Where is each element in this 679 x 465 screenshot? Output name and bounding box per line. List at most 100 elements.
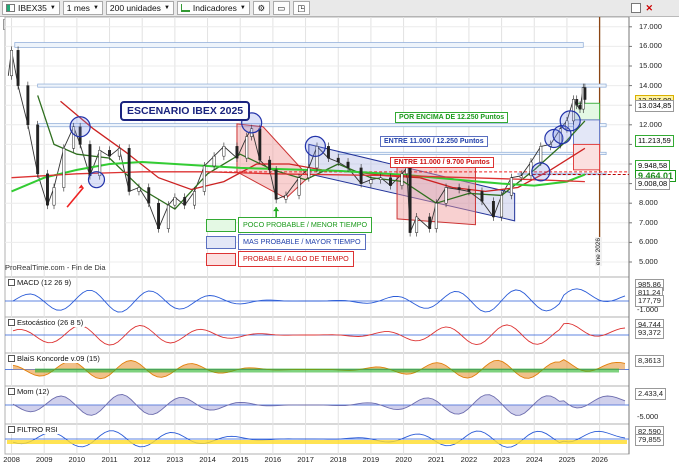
scenario-legend: POCO PROBABLE / MENOR TIEMPO MAS PROBABLE… xyxy=(206,217,373,268)
indicator-title: MACD (12 26 9) xyxy=(6,278,74,287)
x-tick-label: 2017 xyxy=(297,455,314,464)
y-tick-label: 8.000 xyxy=(639,198,658,208)
label-range-11000-12250: ENTRE 11.000 / 12.250 Puntos xyxy=(380,136,488,147)
indicator-tick: -5.000 xyxy=(637,412,659,421)
price-candle xyxy=(117,148,121,157)
price-label: 9.008,08 xyxy=(635,178,671,191)
scenario-swatch xyxy=(206,252,236,266)
price-candle xyxy=(434,202,438,229)
indicator-value: 2.433,4 xyxy=(635,388,667,400)
label-range-11000-9700: ENTRE 11.000 / 9.700 Puntos xyxy=(390,157,494,168)
indicator-name: Mom (12) xyxy=(17,387,50,396)
x-tick-label: 2012 xyxy=(133,455,151,464)
pivot-circle xyxy=(531,162,551,182)
resistance-band xyxy=(337,151,607,155)
scenario-legend-label: PROBABLE / ALGO DE TIEMPO xyxy=(238,251,354,267)
x-tick-label: 2019 xyxy=(362,455,380,464)
scenario-legend-row: PROBABLE / ALGO DE TIEMPO xyxy=(206,251,372,267)
indicator-value: 93,372 xyxy=(635,327,664,339)
y-tick-label: 6.000 xyxy=(639,237,658,247)
scenario-swatch xyxy=(206,235,236,249)
price-candle xyxy=(467,189,471,192)
price-candle xyxy=(10,50,13,77)
price-candle xyxy=(389,177,392,186)
x-tick-label: 2013 xyxy=(166,455,184,464)
scenario-legend-row: MAS PROBABLE / MAYOR TIEMPO xyxy=(206,234,372,250)
x-tick-label: 2022 xyxy=(460,455,478,464)
price-candle xyxy=(88,144,92,177)
x-tick-label: 2009 xyxy=(35,455,53,464)
scenario-swatch xyxy=(206,218,236,232)
indicator-title: Estocástico (26 8 5) xyxy=(6,318,86,327)
price-candle xyxy=(166,204,170,229)
price-candle xyxy=(575,99,579,106)
indicator-title: FILTRO RSI xyxy=(6,425,60,434)
indicator-name: Estocástico (26 8 5) xyxy=(17,318,84,327)
x-tick-label: 2023 xyxy=(493,455,510,464)
y-tick-label: 16.000 xyxy=(639,41,662,51)
indicator-value: 79,855 xyxy=(635,434,664,446)
pivot-circle xyxy=(87,171,106,189)
y-tick-label: 12.000 xyxy=(639,119,662,129)
price-candle xyxy=(346,161,350,169)
checkbox-icon[interactable] xyxy=(8,319,15,326)
price-candle xyxy=(326,146,330,159)
indicator-name: FILTRO RSI xyxy=(17,425,58,434)
price-candle xyxy=(46,173,49,206)
projection-box-red xyxy=(573,143,601,171)
resistance-band xyxy=(37,83,607,88)
indicator-band xyxy=(7,440,627,444)
price-candle xyxy=(235,146,239,159)
pivot-circle xyxy=(559,110,581,132)
x-tick-label: 2016 xyxy=(264,455,282,464)
indicator-tick: -1.000 xyxy=(637,305,659,314)
price-candle xyxy=(405,167,409,175)
price-candle xyxy=(157,202,160,229)
price-candle xyxy=(583,87,587,100)
checkbox-icon[interactable] xyxy=(8,426,15,433)
price-candle xyxy=(428,216,432,229)
x-tick-label: 2018 xyxy=(329,455,347,464)
x-tick-label: 2024 xyxy=(525,455,543,464)
label-above-12250: POR ENCIMA DE 12.250 Puntos xyxy=(395,112,509,123)
x-tick-label: 2014 xyxy=(199,455,216,464)
price-candle xyxy=(268,159,272,171)
price-candle xyxy=(137,187,141,192)
checkbox-icon[interactable] xyxy=(8,355,15,362)
price-candle xyxy=(500,195,504,218)
price-candle xyxy=(274,169,278,200)
x-tick-label: 2020 xyxy=(395,455,412,464)
price-candle xyxy=(379,177,383,180)
price-candle xyxy=(284,195,288,200)
price-candle xyxy=(62,148,66,188)
indicator-title: Mom (12) xyxy=(6,387,52,396)
price-candle xyxy=(127,148,131,192)
resistance-band xyxy=(37,123,607,128)
price-candle xyxy=(147,187,151,204)
y-tick-label: 5.000 xyxy=(639,257,658,266)
resistance-band xyxy=(14,42,584,48)
price-candle xyxy=(519,175,523,178)
price-candle xyxy=(408,167,412,233)
price-candle xyxy=(52,187,56,206)
price-candle xyxy=(222,146,226,157)
price-candle xyxy=(359,167,363,184)
scenario-legend-row: POCO PROBABLE / MENOR TIEMPO xyxy=(206,217,373,233)
price-candle xyxy=(212,155,216,167)
price-candle xyxy=(509,177,513,196)
price-candle xyxy=(336,157,340,163)
x-tick-label: 2025 xyxy=(558,455,576,464)
price-candle xyxy=(245,136,249,159)
checkbox-icon[interactable] xyxy=(8,279,15,286)
price-candle xyxy=(26,85,30,126)
price-candle xyxy=(108,150,111,157)
indicator-area xyxy=(35,368,619,373)
y-tick-label: 15.000 xyxy=(639,61,662,70)
price-label: 13.034,85 xyxy=(635,99,675,112)
checkbox-icon[interactable] xyxy=(8,388,15,395)
price-candle xyxy=(202,165,206,192)
indicator-value: 8,3613 xyxy=(635,355,664,367)
y-tick-label: 14.000 xyxy=(639,80,662,90)
pivot-circle xyxy=(69,116,91,138)
price-candle xyxy=(183,197,187,206)
